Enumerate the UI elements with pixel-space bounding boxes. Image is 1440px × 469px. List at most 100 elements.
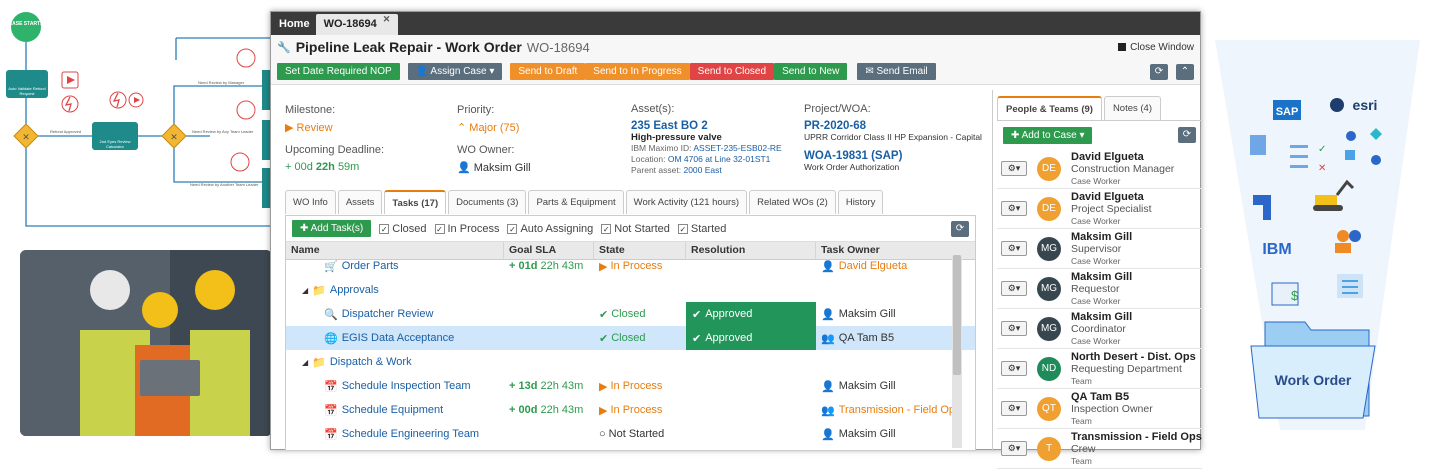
person-name[interactable]: QA Tam B5 [1071, 391, 1153, 403]
close-window-button[interactable]: Close Window [1118, 42, 1194, 53]
location-value[interactable]: OM 4706 at Line 32-01ST1 [668, 154, 771, 164]
panel-divider[interactable] [992, 90, 993, 451]
gear-icon[interactable]: ⚙▾ [1001, 281, 1027, 296]
person-name[interactable]: Maksim Gill [1071, 271, 1132, 283]
set-date-button[interactable]: Set Date Required NOP [277, 63, 400, 80]
filter-closed-checkbox[interactable]: ✓ Closed [379, 223, 427, 235]
project-link[interactable]: PR-2020-68 [804, 120, 982, 132]
gear-icon[interactable]: ⚙▾ [1001, 441, 1027, 456]
filter-in-process-checkbox[interactable]: ✓ In Process [434, 223, 499, 235]
task-name[interactable]: Order Parts [342, 260, 399, 272]
send-email-button[interactable]: ✉ Send Email [857, 63, 936, 80]
task-owner[interactable]: Transmission - Field Ops [839, 404, 961, 416]
person-item[interactable]: ⚙▾ DE David Elgueta Project Specialist Case … [997, 189, 1202, 229]
person-item[interactable]: ⚙▾ DE David Elgueta Construction Manager Cas… [997, 149, 1202, 189]
svg-text:✕: ✕ [22, 132, 30, 142]
collapse-icon[interactable]: ⌃ [1176, 63, 1194, 80]
person-item[interactable]: ⚙▾ MG Maksim Gill Supervisor Case Worker [997, 229, 1202, 269]
tab-home[interactable]: Home [273, 14, 316, 35]
table-row-selected[interactable]: 🌐 EGIS Data Acceptance ✔ Closed ✔ Approved … [286, 326, 975, 350]
collapse-triangle-icon[interactable]: ◢ [302, 286, 308, 295]
assign-case-button[interactable]: 👤 Assign Case ▾ [407, 63, 503, 80]
user-icon: 👤 [415, 66, 429, 77]
person-item[interactable]: ⚙▾ MG Maksim Gill Coordinator Case Worker [997, 309, 1202, 349]
woa-link[interactable]: WOA-19831 (SAP) [804, 150, 982, 162]
task-name[interactable]: Schedule Engineering Team [342, 428, 479, 440]
table-group-row[interactable]: ◢ 📁 Approvals [286, 278, 975, 302]
gear-icon[interactable]: ⚙▾ [1001, 321, 1027, 336]
person-info: David Elgueta Construction Manager Case Wo… [1071, 151, 1174, 187]
asset-link[interactable]: 235 East BO 2 [631, 120, 782, 132]
refresh-tasks-icon[interactable]: ⟳ [951, 220, 969, 237]
add-task-button[interactable]: ✚ Add Task(s) [292, 220, 372, 237]
milestone-text: Review [296, 122, 333, 134]
table-row[interactable]: 📅 Schedule Equipment + 00d 22h 43m ▶ In Pr… [286, 398, 975, 422]
gear-icon[interactable]: ⚙▾ [1001, 361, 1027, 376]
person-name[interactable]: North Desert - Dist. Ops [1071, 351, 1196, 363]
table-row[interactable]: 🔍 Dispatcher Review ✔ Closed ✔ Approved 👤 Ma… [286, 302, 975, 326]
task-name[interactable]: Dispatcher Review [342, 308, 434, 320]
table-row[interactable]: 📅 Schedule Inspection Team + 13d 22h 43m … [286, 374, 975, 398]
person-item[interactable]: ⚙▾ ND North Desert - Dist. Ops Requesting D… [997, 349, 1202, 389]
gear-icon[interactable]: ⚙▾ [1001, 201, 1027, 216]
tab-tasks[interactable]: Tasks (17) [384, 190, 447, 214]
resolution-badge: ✔ Approved [686, 302, 816, 326]
person-name[interactable]: Transmission - Field Ops [1071, 431, 1202, 443]
maximo-value[interactable]: ASSET-235-ESB02-RE [693, 143, 781, 153]
tab-wo-info[interactable]: WO Info [285, 190, 336, 214]
person-name[interactable]: David Elgueta [1071, 191, 1152, 203]
svg-text:✕: ✕ [1318, 163, 1326, 174]
task-owner[interactable]: David Elgueta [839, 260, 908, 272]
gear-icon[interactable]: ⚙▾ [1001, 241, 1027, 256]
task-owner[interactable]: Maksim Gill [839, 308, 896, 320]
table-group-row[interactable]: ◢ 📁 Dispatch & Work [286, 350, 975, 374]
location-label: Location: [631, 154, 666, 164]
tab-assets[interactable]: Assets [337, 190, 383, 214]
send-to-new-button[interactable]: Send to New [774, 63, 848, 80]
tab-people-teams[interactable]: People & Teams (9) [997, 96, 1102, 120]
person-item[interactable]: ⚙▾ QT QA Tam B5 Inspection Owner Team [997, 389, 1202, 429]
add-task-label: Add Task(s) [310, 223, 364, 234]
person-item[interactable]: ⚙▾ MG Maksim Gill Requestor Case Worker [997, 269, 1202, 309]
person-item[interactable]: ⚙▾ T Transmission - Field Ops Crew Team [997, 429, 1202, 469]
task-name[interactable]: Schedule Inspection Team [342, 380, 471, 392]
send-to-in-progress-button[interactable]: Send to In Progress [585, 63, 690, 80]
collapse-triangle-icon[interactable]: ◢ [302, 358, 308, 367]
task-sla-days: + 00d [509, 404, 538, 416]
parent-value[interactable]: 2000 East [683, 165, 721, 175]
person-name[interactable]: Maksim Gill [1071, 231, 1132, 243]
tab-documents[interactable]: Documents (3) [448, 190, 527, 214]
task-owner[interactable]: Maksim Gill [839, 380, 896, 392]
task-owner[interactable]: QA Tam B5 [839, 332, 894, 344]
tasks-table-body: 🛒 Order Parts + 01d 22h 43m ▶ In Process 👤… [286, 254, 975, 446]
task-owner[interactable]: Maksim Gill [839, 428, 896, 440]
asset-parent: Parent asset: 2000 East [631, 165, 782, 176]
tab-parts-equipment[interactable]: Parts & Equipment [528, 190, 624, 214]
task-name[interactable]: Schedule Equipment [342, 404, 444, 416]
deadline-value: + 00d 22h 59m [285, 161, 384, 173]
send-to-closed-button[interactable]: Send to Closed [689, 63, 775, 80]
refresh-icon[interactable]: ⟳ [1150, 63, 1168, 80]
tasks-scrollbar[interactable] [952, 255, 962, 448]
tab-history[interactable]: History [837, 190, 884, 214]
task-name[interactable]: EGIS Data Acceptance [342, 332, 455, 344]
table-row[interactable]: 🛒 Order Parts + 01d 22h 43m ▶ In Process 👤… [286, 254, 975, 278]
send-to-draft-button[interactable]: Send to Draft [510, 63, 586, 80]
tab-related-wos[interactable]: Related WOs (2) [749, 190, 836, 214]
filter-not-started-checkbox[interactable]: ✓ Not Started [601, 223, 670, 235]
tab-work-order[interactable]: WO-18694 ✕ [315, 14, 399, 35]
filter-auto-assigning-checkbox[interactable]: ✓ Auto Assigning [507, 223, 593, 235]
tab-notes[interactable]: Notes (4) [1103, 96, 1162, 120]
gear-icon[interactable]: ⚙▾ [1001, 161, 1027, 176]
person-name[interactable]: Maksim Gill [1071, 311, 1132, 323]
refresh-people-icon[interactable]: ⟳ [1178, 127, 1196, 143]
table-row[interactable]: 📅 Schedule Engineering Team ○ Not Started … [286, 422, 975, 446]
tab-work-activity[interactable]: Work Activity (121 hours) [625, 190, 748, 214]
person-name[interactable]: David Elgueta [1071, 151, 1174, 163]
svg-text:Need Review by Any Team Leader: Need Review by Any Team Leader [192, 129, 254, 134]
scrollbar-thumb[interactable] [953, 255, 961, 375]
close-tab-icon[interactable]: ✕ [383, 14, 391, 24]
filter-started-checkbox[interactable]: ✓ Started [677, 223, 726, 235]
gear-icon[interactable]: ⚙▾ [1001, 401, 1027, 416]
add-to-case-button[interactable]: ✚ Add to Case ▾ [1003, 126, 1093, 144]
